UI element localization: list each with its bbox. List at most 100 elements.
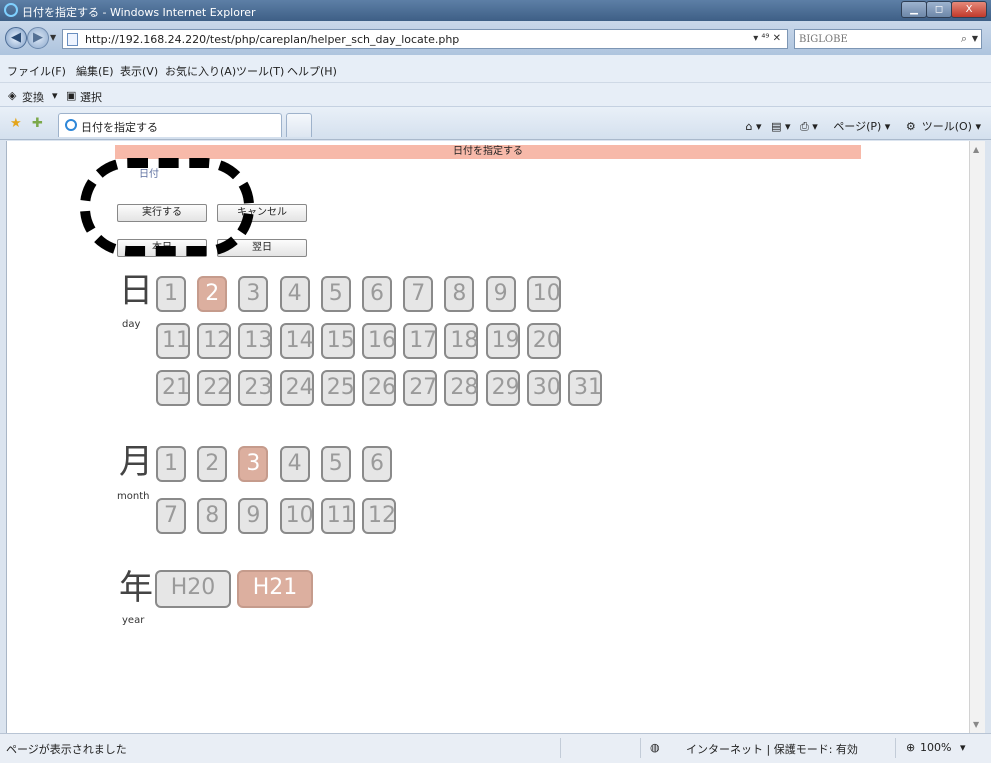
add-favorite-icon[interactable]: ✚ [32,116,43,131]
history-dropdown-icon[interactable]: ▼ [50,33,56,42]
url-text[interactable]: http://192.168.24.220/test/php/careplan/… [85,33,459,46]
command-bar: ⌂ ▾ ▤ ▾ ⎙ ▾ ページ(P) ▾ ⚙ ツール(O) ▾ [740,118,981,134]
month-button[interactable]: 2 [197,446,228,482]
tools-menu-label: ツール(O) [921,120,972,133]
day-button[interactable]: 2 [197,276,228,312]
page-header: 日付を指定する [115,145,861,159]
day-button[interactable]: 21 [156,370,190,406]
home-icon[interactable]: ⌂ ▾ [746,120,762,133]
select-button[interactable]: 選択 [80,89,102,105]
day-button[interactable]: 5 [320,276,351,312]
month-button[interactable]: 11 [320,498,355,534]
month-button[interactable]: 8 [197,498,228,534]
zoom-dropdown-icon[interactable]: ▾ [960,741,966,754]
search-icon[interactable]: ⌕ [961,32,967,46]
menu-item[interactable]: ヘルプ(H) [287,63,337,79]
year-sublabel: year [122,615,145,626]
month-sublabel: month [117,491,150,502]
vertical-scrollbar[interactable]: ▲ ▼ [969,141,985,733]
day-button[interactable]: 8 [444,276,475,312]
tab-current[interactable]: 日付を指定する [58,113,282,137]
day-button[interactable]: 27 [403,370,438,406]
day-button[interactable]: 17 [403,323,438,359]
day-button[interactable]: 14 [279,323,314,359]
menu-item[interactable]: ツール(T) [236,63,284,79]
refresh-stop-icons[interactable]: ▾ ⁴⁹ ✕ [753,33,781,44]
day-button[interactable]: 26 [362,370,396,406]
address-field[interactable]: http://192.168.24.220/test/php/careplan/… [62,29,788,49]
day-button[interactable]: 4 [279,276,310,312]
day-button[interactable]: 31 [568,370,602,406]
close-button[interactable]: X [951,1,987,18]
back-button[interactable]: ◀ [5,27,27,49]
day-button[interactable]: 1 [156,276,186,312]
day-button[interactable]: 29 [485,370,520,406]
print-icon[interactable]: ⎙ ▾ [800,120,818,133]
year-button[interactable]: H21 [237,570,313,608]
month-button[interactable]: 12 [362,498,396,534]
status-text: ページが表示されました [6,743,127,756]
minimize-button[interactable]: ▁ [901,1,927,18]
favorites-star-icon[interactable]: ★ [10,116,22,131]
day-button[interactable]: 23 [238,370,273,406]
menu-item[interactable]: お気に入り(A) [165,63,236,79]
day-button[interactable]: 7 [403,276,434,312]
tab-label: 日付を指定する [81,121,158,134]
day-button[interactable]: 16 [362,323,396,359]
month-button[interactable]: 1 [156,446,186,482]
forward-button[interactable]: ▶ [27,27,49,49]
gear-icon: ⚙ [905,120,916,133]
day-button[interactable]: 9 [485,276,516,312]
search-field[interactable]: ⌕ ▼ [794,29,982,49]
scroll-down-icon[interactable]: ▼ [973,720,979,729]
month-button[interactable]: 7 [156,498,186,534]
day-button[interactable]: 10 [526,276,561,312]
maximize-button[interactable]: ◻ [926,1,952,18]
select-icon[interactable]: ▣ [66,89,76,102]
day-button[interactable]: 12 [197,323,232,359]
month-button[interactable]: 6 [362,446,392,482]
links-toolbar: ◈ 変換 ▾ ▣ 選択 [0,83,991,107]
search-input[interactable] [799,32,949,46]
new-tab-button[interactable] [286,113,312,137]
day-button[interactable]: 20 [526,323,561,359]
ie-tab-icon [65,119,77,131]
zoom-icon[interactable]: ⊕ [906,741,915,754]
day-button[interactable]: 18 [444,323,479,359]
day-button[interactable]: 28 [444,370,479,406]
security-zone[interactable]: インターネット | 保護モード: 有効 [686,741,858,757]
convert-icon[interactable]: ◈ [8,89,16,102]
day-button[interactable]: 24 [279,370,314,406]
month-button[interactable]: 5 [320,446,351,482]
day-button[interactable]: 11 [156,323,190,359]
tab-bar: ★ ✚ 日付を指定する ⌂ ▾ ▤ ▾ ⎙ ▾ ページ(P) ▾ ⚙ ツール(O)… [0,107,991,140]
day-label: 日 [119,271,153,311]
menu-item[interactable]: 編集(E) [76,63,114,79]
menu-item[interactable]: ファイル(F) [7,63,66,79]
day-button[interactable]: 19 [485,323,520,359]
page-menu-label: ページ(P) [833,120,882,133]
day-button[interactable]: 22 [197,370,232,406]
day-button[interactable]: 3 [238,276,269,312]
day-button[interactable]: 13 [238,323,273,359]
scroll-up-icon[interactable]: ▲ [973,145,979,154]
month-button[interactable]: 10 [279,498,314,534]
page-menu[interactable]: ページ(P) ▾ [827,120,890,133]
month-button[interactable]: 4 [279,446,310,482]
day-button[interactable]: 6 [362,276,392,312]
month-label: 月 [119,442,153,482]
month-button[interactable]: 3 [238,446,269,482]
convert-dropdown-icon[interactable]: ▾ [52,89,58,102]
day-button[interactable]: 25 [320,370,355,406]
day-button[interactable]: 15 [320,323,355,359]
day-button[interactable]: 30 [526,370,561,406]
zoom-level[interactable]: 100% [920,741,951,754]
feeds-icon[interactable]: ▤ ▾ [771,120,790,133]
year-button[interactable]: H20 [155,570,231,608]
convert-button[interactable]: 変換 [22,89,44,105]
month-button[interactable]: 9 [238,498,269,534]
tools-menu[interactable]: ⚙ ツール(O) ▾ [900,120,981,133]
search-dropdown-icon[interactable]: ▼ [972,34,978,43]
page-viewport: 日付を指定する 日付 実行する キャンセル 本日 翌日 日 day 月 mont… [6,141,969,733]
menu-item[interactable]: 表示(V) [120,63,158,79]
